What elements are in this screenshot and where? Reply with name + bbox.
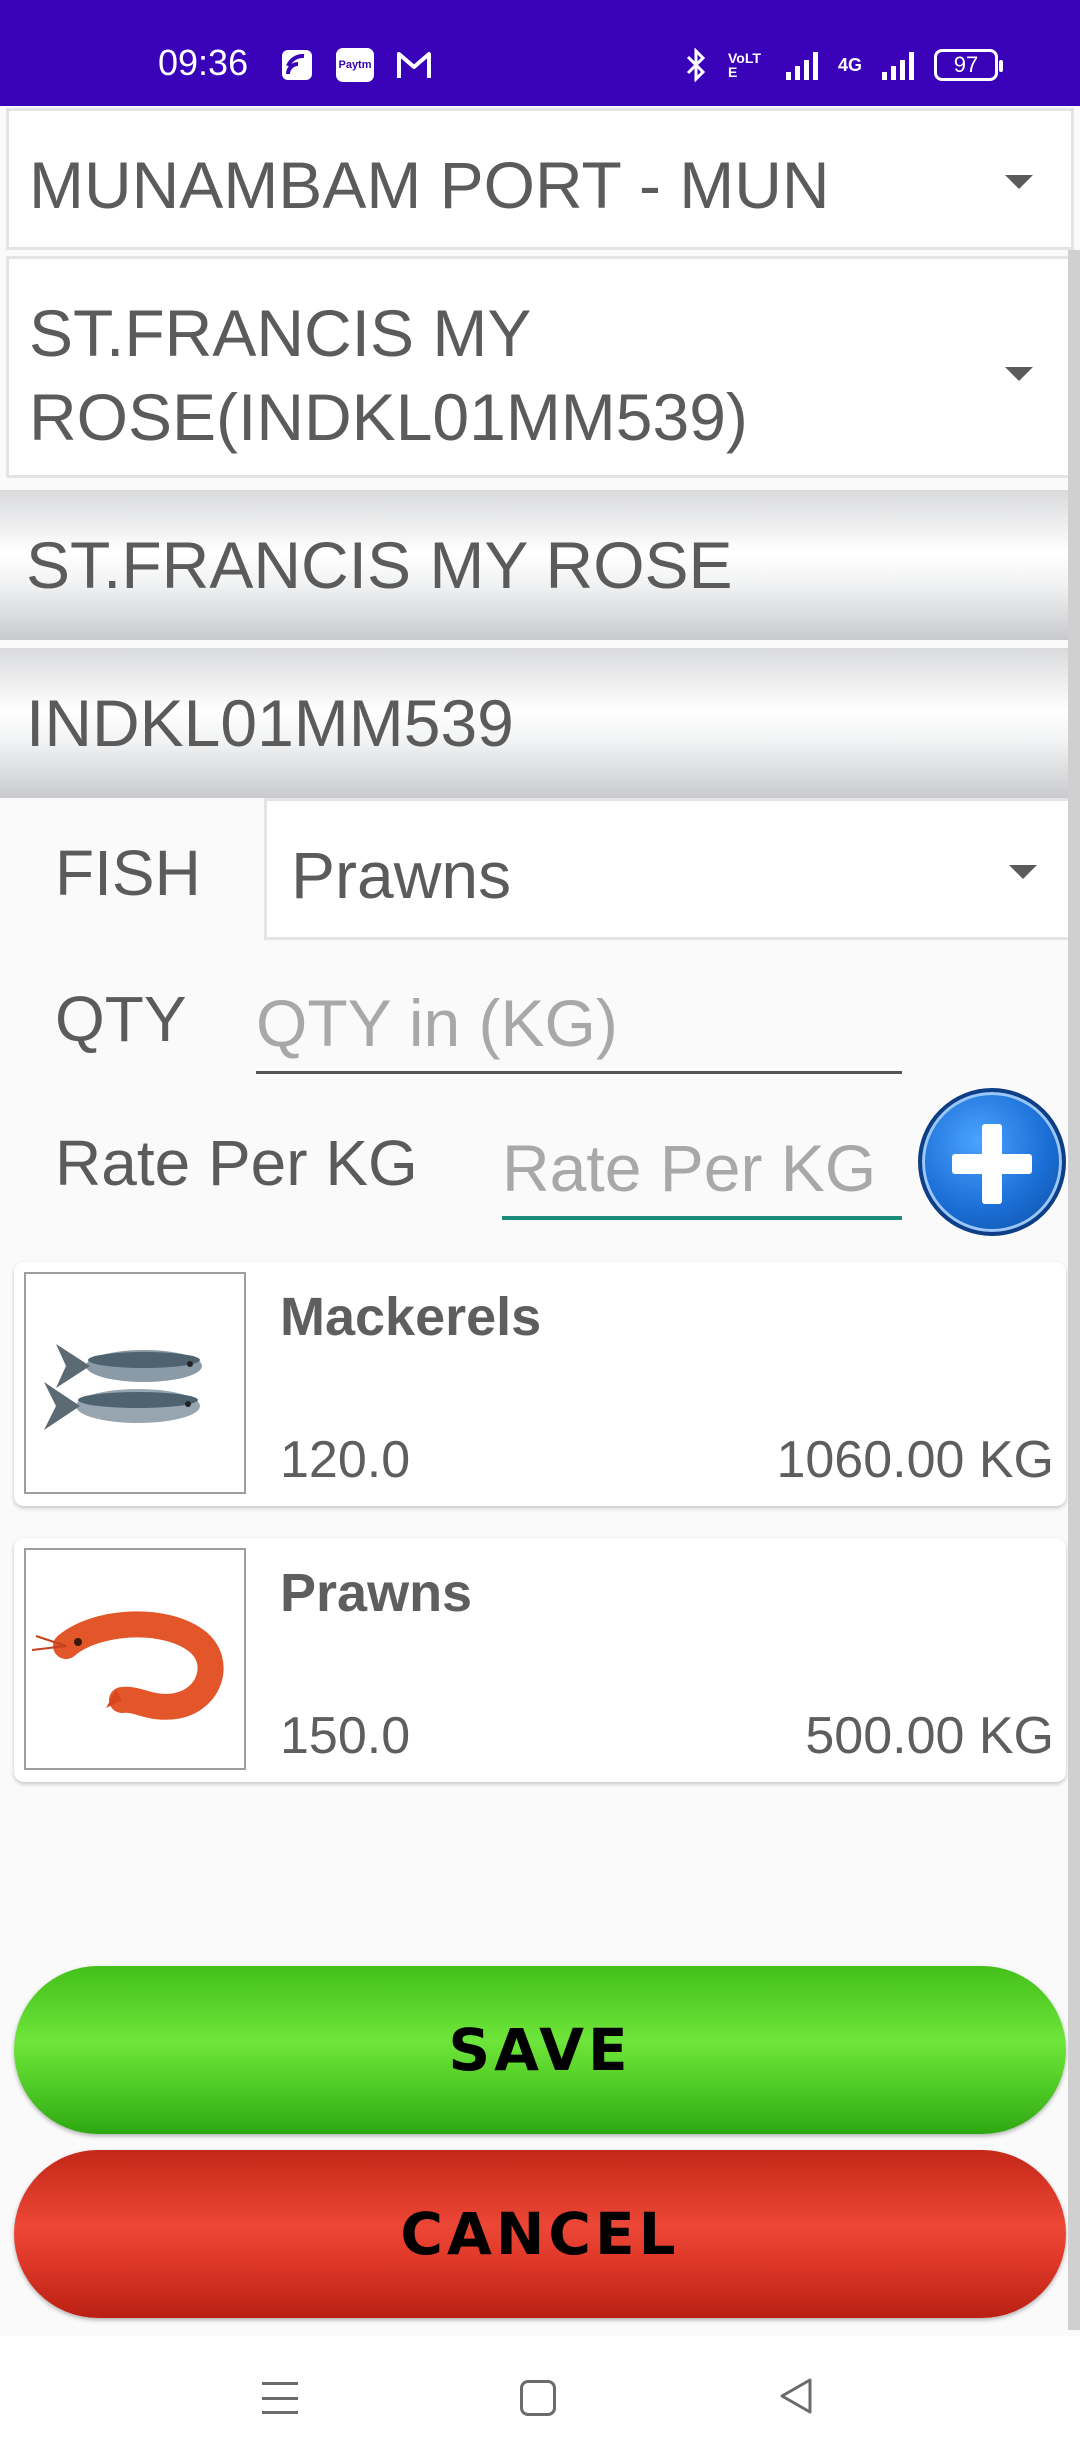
fish-label: FISH <box>55 837 201 909</box>
mackerel-icon <box>44 1344 202 1430</box>
signal-icon <box>785 50 818 80</box>
fish-thumbnail <box>24 1548 246 1770</box>
rate-label: Rate Per KG <box>55 1127 418 1199</box>
qty-label: QTY <box>55 983 187 1055</box>
system-nav-bar <box>0 2336 1080 2464</box>
item-name: Prawns <box>280 1563 473 1623</box>
recents-menu-icon[interactable] <box>262 2382 298 2414</box>
fish-entry-form: FISH Prawns QTY Rate Per KG <box>0 798 1080 1248</box>
gmail-icon <box>397 52 431 78</box>
fish-spinner[interactable]: Prawns <box>264 798 1080 940</box>
notification-icons: Paytm <box>280 48 432 82</box>
system-status-icons: VoLTE 4G 97 <box>684 48 1003 82</box>
home-icon[interactable] <box>520 2380 556 2416</box>
cancel-button[interactable]: CANCEL <box>14 2150 1066 2318</box>
boat-name-bar: ST.FRANCIS MY ROSE <box>0 490 1080 640</box>
battery-level: 97 <box>953 52 979 77</box>
item-name: Mackerels <box>280 1287 542 1347</box>
back-icon[interactable] <box>776 2376 816 2416</box>
prawn-icon <box>31 1611 224 1720</box>
volte-icon: VoLTE <box>727 50 761 80</box>
signal-4g-icon <box>882 50 914 80</box>
bluetooth-icon <box>686 48 706 82</box>
status-time: 09:36 <box>158 42 249 83</box>
status-bar: 09:36 Paytm VoLTE 4G 97 <box>0 0 1080 106</box>
add-item-button[interactable] <box>918 1088 1066 1236</box>
boat-name: ST.FRANCIS MY ROSE <box>26 528 733 602</box>
list-item[interactable]: Mackerels 120.0 1060.00 KG <box>14 1262 1066 1506</box>
item-quantity: 500.00 KG <box>805 1707 1054 1765</box>
boat-registration: INDKL01MM539 <box>26 686 514 760</box>
fish-spinner-value: Prawns <box>291 838 512 912</box>
item-rate: 150.0 <box>280 1707 411 1765</box>
item-rate: 120.0 <box>280 1431 411 1489</box>
port-spinner-value: MUNAMBAM PORT - MUN <box>29 148 830 222</box>
dropdown-arrow-icon <box>1005 175 1033 189</box>
signal-4g-label: 4G <box>837 54 862 75</box>
paytm-icon: Paytm <box>336 48 374 82</box>
boat-spinner[interactable]: ST.FRANCIS MY ROSE(INDKL01MM539) <box>6 256 1074 478</box>
dropdown-arrow-icon <box>1009 865 1037 879</box>
save-button[interactable]: SAVE <box>14 1966 1066 2134</box>
list-item[interactable]: Prawns 150.0 500.00 KG <box>14 1538 1066 1782</box>
boat-spinner-value: ST.FRANCIS MY ROSE(INDKL01MM539) <box>29 296 748 454</box>
qty-input[interactable] <box>256 974 902 1074</box>
cast-icon <box>282 50 312 80</box>
rate-input[interactable] <box>502 1120 902 1220</box>
fish-thumbnail <box>24 1272 246 1494</box>
scrollbar[interactable] <box>1068 250 1080 2330</box>
battery-icon: 97 <box>934 49 1003 81</box>
port-spinner[interactable]: MUNAMBAM PORT - MUN <box>6 108 1074 250</box>
item-quantity: 1060.00 KG <box>776 1431 1054 1489</box>
dropdown-arrow-icon <box>1005 367 1033 381</box>
boat-registration-bar: INDKL01MM539 <box>0 648 1080 798</box>
